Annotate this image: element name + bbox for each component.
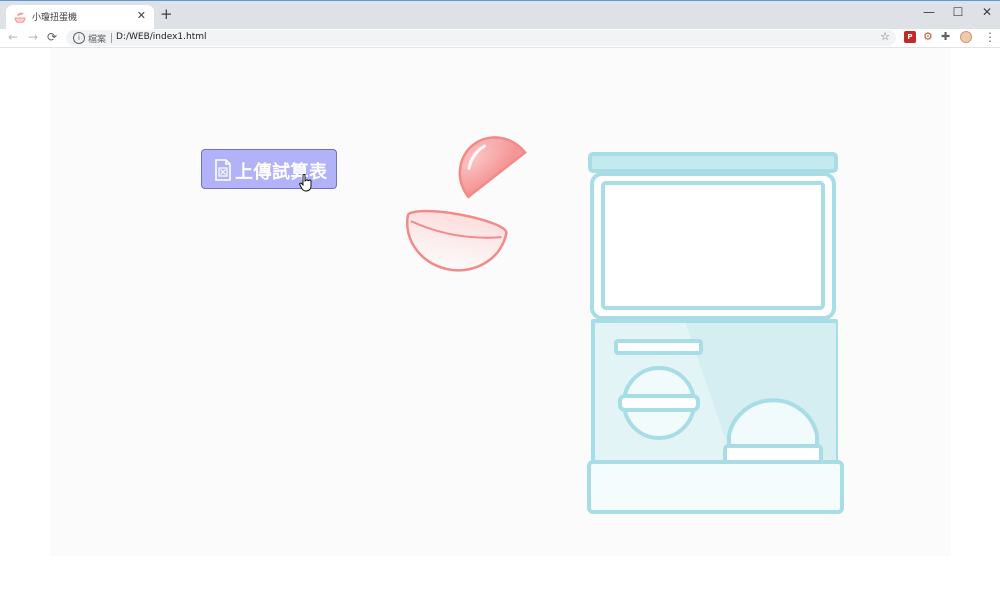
capsule-favicon-icon [14,12,26,23]
extension-gear-icon[interactable]: ⚙ [923,31,935,43]
machine-top-cap [588,152,838,173]
address-bar[interactable]: i 檔案 D:/WEB/index1.html ☆ [66,30,896,46]
page-content: 上傳試算表 [50,48,951,556]
machine-base [587,460,844,514]
tab-title: 小瓊扭蛋機 [32,13,78,23]
bookmark-star-icon[interactable]: ☆ [880,30,890,43]
upload-spreadsheet-button[interactable]: 上傳試算表 [201,149,337,189]
close-window-button[interactable]: ✕ [977,5,997,19]
upload-button-label: 上傳試算表 [235,162,328,183]
capsule-top-half [458,136,527,199]
site-info-icon[interactable]: i [73,32,85,44]
extensions-puzzle-icon[interactable]: ✚ [941,31,953,43]
new-tab-button[interactable]: + [160,7,173,22]
browser-toolbar: ← → ⟳ i 檔案 D:/WEB/index1.html ☆ P ⚙ ✚ ⋮ [0,29,1000,48]
minimize-button[interactable]: — [919,5,939,19]
profile-avatar[interactable] [960,31,972,43]
machine-window [601,181,825,310]
spreadsheet-file-icon [215,159,231,181]
knob-handle [618,394,700,412]
browser-tabstrip: 小瓊扭蛋機 ✕ + — ☐ ✕ [0,0,1000,30]
maximize-button[interactable]: ☐ [948,5,968,19]
address-separator [111,33,112,43]
tab-close-icon[interactable]: ✕ [137,9,146,22]
extension-red-icon[interactable]: P [904,31,916,43]
scheme-label: 檔案 [88,35,107,45]
gashapon-machine-illustration [587,152,844,514]
back-button[interactable]: ← [8,30,18,45]
browser-tab[interactable]: 小瓊扭蛋機 ✕ [6,5,154,30]
reload-button[interactable]: ⟳ [47,30,57,45]
forward-button[interactable]: → [28,30,38,45]
capsule-bottom-half [405,209,508,272]
url-text[interactable]: D:/WEB/index1.html [116,32,207,42]
menu-dots-icon[interactable]: ⋮ [984,30,996,44]
capsule-illustration [405,136,527,272]
coin-slot [614,339,703,355]
